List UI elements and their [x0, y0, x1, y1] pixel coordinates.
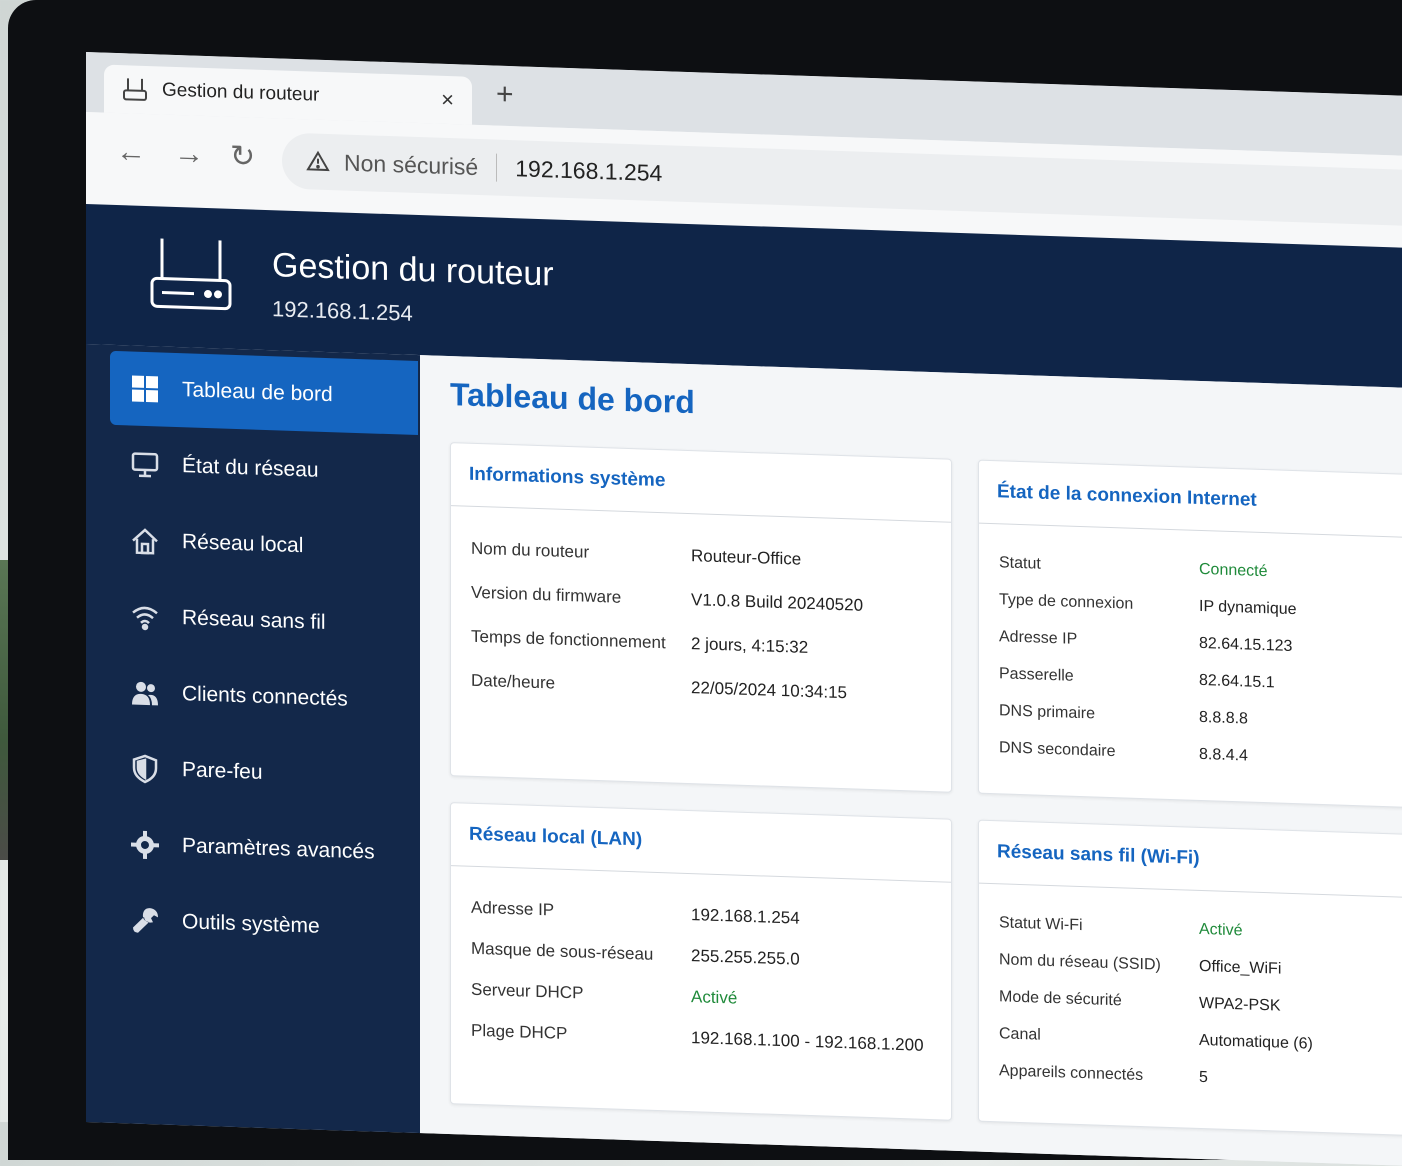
monitor-bezel: Gestion du routeur × + ← → ↻ Non sécuris… — [8, 0, 1402, 1160]
grid-icon — [130, 373, 160, 404]
sidebar-item-advanced-settings[interactable]: Paramètres avancés — [110, 807, 418, 891]
reload-button[interactable]: ↻ — [230, 139, 255, 175]
sidebar-item-local-network[interactable]: Réseau local — [110, 503, 418, 587]
sidebar-item-dashboard[interactable]: Tableau de bord — [110, 351, 418, 435]
new-tab-button[interactable]: + — [496, 78, 514, 113]
sidebar-item-label: Clients connectés — [182, 682, 348, 711]
monitor-screen: Gestion du routeur × + ← → ↻ Non sécuris… — [86, 52, 1402, 1166]
sidebar-item-label: État du réseau — [182, 454, 319, 483]
lan-card: Réseau local (LAN) Adresse IP192.168.1.2… — [450, 802, 952, 1121]
page-title: Tableau de bord — [450, 376, 695, 421]
sidebar-item-label: Outils système — [182, 910, 320, 939]
sidebar-item-label: Paramètres avancés — [182, 834, 375, 864]
sidebar: Tableau de bord État du réseau Réseau lo… — [86, 344, 420, 1155]
url-text[interactable]: 192.168.1.254 — [515, 155, 662, 187]
tab-title: Gestion du routeur — [162, 80, 441, 111]
router-favicon-icon — [122, 76, 148, 103]
sidebar-item-label: Tableau de bord — [182, 378, 333, 407]
warning-icon — [306, 149, 330, 174]
main-content: Tableau de bord Informations système Nom… — [420, 355, 1402, 1166]
forward-button[interactable]: → — [174, 137, 204, 172]
sidebar-item-label: Pare-feu — [182, 758, 263, 785]
wrench-icon — [130, 905, 160, 936]
status-dhcp-enabled: Activé — [691, 987, 737, 1009]
sidebar-item-network-status[interactable]: État du réseau — [110, 427, 418, 511]
sidebar-item-label: Réseau local — [182, 530, 303, 558]
wifi-icon — [130, 601, 160, 632]
app-title: Gestion du routeur — [272, 246, 554, 294]
shield-icon — [130, 753, 160, 784]
sidebar-item-wireless[interactable]: Réseau sans fil — [110, 579, 418, 663]
sidebar-item-clients[interactable]: Clients connectés — [110, 655, 418, 739]
back-button[interactable]: ← — [116, 135, 146, 170]
wifi-card: Réseau sans fil (Wi-Fi) Statut Wi-FiActi… — [978, 820, 1402, 1136]
home-icon — [130, 525, 160, 556]
close-tab-icon[interactable]: × — [441, 87, 454, 113]
internet-status-card: État de la connexion Internet StatutConn… — [978, 460, 1402, 808]
sidebar-item-firewall[interactable]: Pare-feu — [110, 731, 418, 815]
router-logo-icon — [148, 236, 234, 315]
system-info-card: Informations système Nom du routeurRoute… — [450, 442, 952, 793]
sidebar-item-system-tools[interactable]: Outils système — [110, 883, 418, 967]
sidebar-item-label: Réseau sans fil — [182, 606, 326, 635]
security-label: Non sécurisé — [344, 149, 478, 180]
router-ip: 192.168.1.254 — [272, 296, 413, 327]
status-wifi-enabled: Activé — [1199, 920, 1243, 939]
status-connected: Connecté — [1199, 560, 1268, 580]
address-separator — [496, 154, 497, 182]
monitor-icon — [130, 449, 160, 480]
gear-icon — [130, 829, 160, 860]
users-icon — [130, 677, 160, 708]
